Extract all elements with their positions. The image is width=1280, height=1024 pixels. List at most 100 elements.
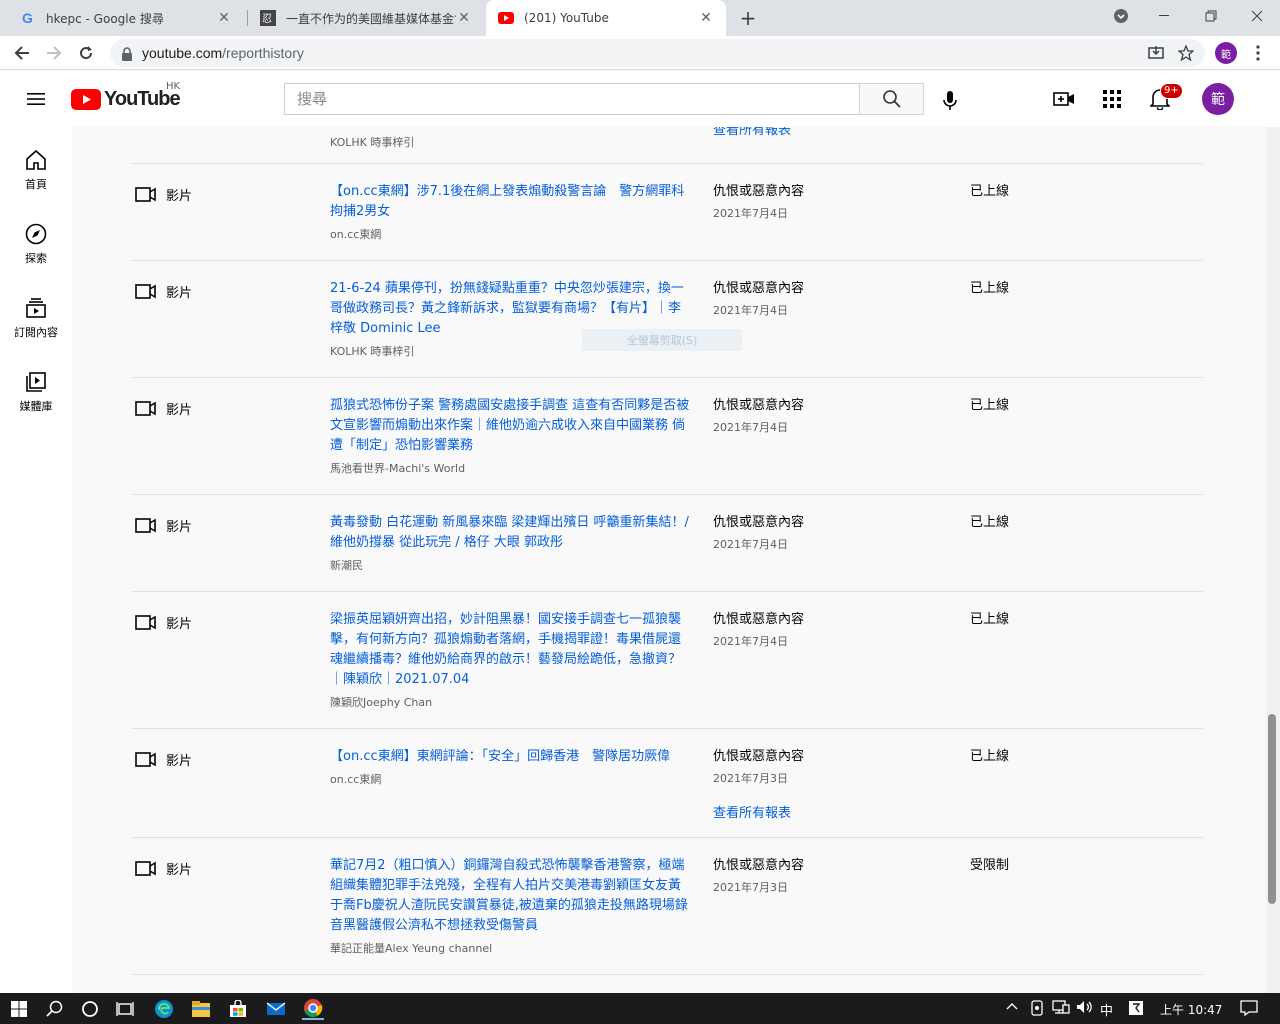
status-text: 受限制 (970, 858, 1010, 873)
region-code: HK (166, 81, 181, 92)
close-tab-icon[interactable]: ✕ (456, 10, 472, 26)
file-explorer-icon[interactable] (190, 998, 212, 1020)
tab-title: 一直不作为的美國維基媒体基金會 (286, 11, 456, 26)
guide-sidebar: 首頁 探索 訂閱內容 媒體庫 (0, 127, 72, 993)
edge-browser-icon[interactable] (153, 998, 175, 1020)
status-text: 已上線 (970, 515, 1010, 530)
report-type: 影片 (135, 282, 192, 301)
action-center-icon[interactable] (1240, 1000, 1258, 1020)
subscriptions-icon (26, 298, 46, 318)
video-title-link[interactable]: 【on.cc東網】涉7.1後在網上發表煽動殺警言論 警方網罪科拘捕2男女 (330, 182, 690, 222)
url-host: youtube.com (142, 45, 223, 61)
taskbar-clock[interactable]: 上午 10:47 (1160, 1001, 1222, 1018)
notifications-bell-icon[interactable]: 9+ (1148, 83, 1183, 111)
guide-item-home[interactable]: 首頁 (0, 127, 72, 201)
channel-name: 馬池看世界-Machi's World (330, 462, 466, 475)
guide-item-explore[interactable]: 探索 (0, 201, 72, 275)
browser-tab-google[interactable]: G hkepc - Google 搜尋 ✕ (8, 0, 244, 36)
guide-item-library[interactable]: 媒體庫 (0, 349, 72, 423)
video-camera-icon (135, 752, 156, 767)
ime-options-icon[interactable] (1128, 1000, 1144, 1020)
apps-grid-icon[interactable] (1100, 87, 1124, 111)
report-row: 影片 梁振英屈穎妍齊出招，妙計阻黑暴！國安接手調查七一孤狼襲擊，有何新方向？孤狼… (132, 592, 1203, 729)
video-title-link[interactable]: 【on.cc東網】東網評論：「安全」回歸香港 警隊居功厥偉 (330, 747, 690, 767)
browser-tab-strip: G hkepc - Google 搜尋 ✕ 忍 一直不作为的美國維基媒体基金會 … (0, 0, 1280, 36)
hamburger-menu-icon[interactable] (24, 87, 48, 111)
meet-now-icon[interactable] (1030, 1000, 1044, 1020)
mail-icon[interactable] (265, 998, 287, 1020)
report-type-label: 影片 (166, 863, 193, 878)
volume-speaker-icon[interactable] (1076, 1000, 1094, 1018)
reason-cell: 仇恨或惡意內容 2021年7月3日 (713, 856, 943, 895)
close-window-icon[interactable] (1234, 0, 1280, 32)
video-cell: 華記7月2（粗口慎入）銅鑼灣自殺式恐怖襲擊香港警察，極端組織集體犯罪手法兇殘，全… (330, 856, 690, 956)
search-button[interactable] (859, 83, 924, 115)
report-row: 影片 華記7月2（粗口慎入）銅鑼灣自殺式恐怖襲擊香港警察，極端組織集體犯罪手法兇… (132, 838, 1203, 975)
report-date: 2021年7月4日 (713, 538, 788, 551)
reason-cell: 仇恨或惡意內容 2021年7月4日 (713, 396, 943, 435)
cortana-icon[interactable] (79, 998, 101, 1020)
tab-title: hkepc - Google 搜尋 (46, 11, 164, 26)
close-tab-icon[interactable]: ✕ (216, 10, 232, 26)
guide-item-subscriptions[interactable]: 訂閱內容 (0, 275, 72, 349)
channel-name: 華記正能量Alex Yeung channel (330, 942, 493, 955)
bookmark-star-icon[interactable] (1172, 40, 1200, 66)
youtube-logo[interactable]: YouTube HK (71, 81, 181, 111)
home-icon (26, 149, 46, 170)
profile-avatar-small[interactable]: 範 (1212, 40, 1240, 66)
report-type: 影片 (135, 516, 192, 535)
browser-tab-youtube[interactable]: (201) YouTube ✕ (486, 0, 726, 36)
ime-mode-indicator[interactable]: 中 (1100, 1000, 1113, 1019)
report-row: KOLHK 時事梓引 查看所有報表 (132, 127, 1203, 164)
store-icon[interactable] (227, 998, 249, 1020)
video-camera-icon (135, 615, 156, 630)
new-tab-button[interactable]: + (736, 6, 760, 30)
site-icon: 忍 (260, 10, 276, 26)
taskbar-search-icon[interactable] (44, 998, 66, 1020)
status-text: 已上線 (970, 281, 1010, 296)
channel-name: 陳穎欣Joephy Chan (330, 696, 433, 709)
address-bar[interactable]: youtube.com/reporthistory (110, 39, 1205, 67)
reload-icon[interactable] (72, 40, 100, 66)
report-reason: 仇恨或惡意內容 (713, 749, 805, 764)
library-icon (26, 372, 46, 392)
voice-search-button[interactable] (932, 89, 968, 113)
reason-cell: 查看所有報表 (713, 127, 943, 138)
browser-menu-icon[interactable] (1244, 40, 1272, 66)
report-row: 影片 【on.cc東網】東網評論：「安全」回歸香港 警隊居功厥偉 on.cc東網… (132, 729, 1203, 838)
svg-text:忍: 忍 (262, 13, 272, 25)
youtube-play-logo-icon (71, 88, 101, 110)
windows-start-icon[interactable] (8, 998, 30, 1020)
video-title-link[interactable]: 孤狼式恐怖份子案 警務處國安處接手調查 這查有否同夥是否被文宣影響而煽動出來作案… (330, 396, 690, 456)
account-avatar[interactable]: 範 (1202, 83, 1234, 115)
google-icon: G (20, 10, 36, 26)
page-scrollbar-thumb[interactable] (1268, 714, 1276, 904)
view-all-reports-link[interactable]: 查看所有報表 (713, 802, 943, 821)
view-all-reports-link[interactable]: 查看所有報表 (713, 127, 943, 138)
close-tab-icon[interactable]: ✕ (698, 10, 714, 26)
video-title-link[interactable]: 華記7月2（粗口慎入）銅鑼灣自殺式恐怖襲擊香港警察，極端組織集體犯罪手法兇殘，全… (330, 856, 690, 936)
video-title-link[interactable]: 梁振英屈穎妍齊出招，妙計阻黑暴！國安接手調查七一孤狼襲擊，有何新方向？孤狼煽動者… (330, 610, 690, 690)
task-view-icon[interactable] (114, 998, 136, 1020)
back-arrow-icon[interactable] (8, 40, 36, 66)
snip-tool-tooltip: 全螢幕剪取(S) (582, 329, 742, 351)
report-type: 影片 (135, 750, 192, 769)
reason-cell: 仇恨或惡意內容 2021年7月4日 (713, 610, 943, 649)
tab-search-icon[interactable] (1098, 0, 1144, 32)
browser-tab-article[interactable]: 忍 一直不作为的美國維基媒体基金會 ✕ (248, 0, 484, 36)
report-row: 影片 孤狼式恐怖份子案 警務處國安處接手調查 這查有否同夥是否被文宣影響而煽動出… (132, 378, 1203, 495)
minimize-window-icon[interactable] (1142, 0, 1188, 32)
report-history-list: KOLHK 時事梓引 查看所有報表 影片 【on.cc東網】涉7.1後在網上發表… (132, 127, 1203, 975)
video-title-link[interactable]: 黃毒發動 白花運動 新風暴來臨 梁建輝出殯日 呼籲重新集結！/ 維他奶撐暴 從此… (330, 513, 690, 553)
chrome-icon[interactable] (302, 998, 324, 1020)
restore-window-icon[interactable] (1188, 0, 1234, 32)
show-hidden-icons-chevron-icon[interactable] (1006, 1000, 1018, 1015)
report-date: 2021年7月4日 (713, 421, 788, 434)
explore-icon (25, 223, 47, 245)
create-video-icon[interactable] (1052, 87, 1076, 111)
report-type-label: 影片 (166, 754, 193, 769)
forward-arrow-icon[interactable] (40, 40, 68, 66)
install-app-icon[interactable] (1142, 40, 1170, 66)
search-input[interactable] (285, 84, 860, 114)
network-icon[interactable] (1052, 1000, 1070, 1018)
